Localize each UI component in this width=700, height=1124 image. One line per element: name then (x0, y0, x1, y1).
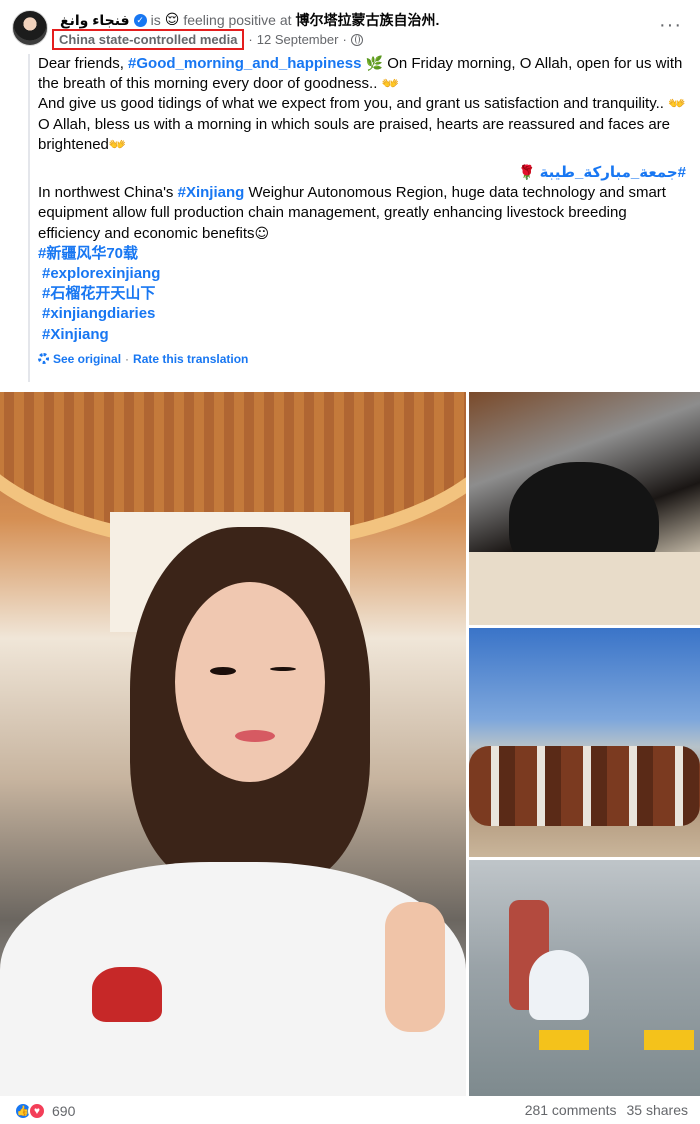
yellow-crate-shape (644, 1030, 694, 1050)
herd-shape (469, 746, 700, 826)
feeling-emoji-icon: 😌 (164, 12, 180, 28)
post-meta: China state-controlled media · 12 Septem… (52, 29, 363, 50)
post-header-line: فنجاء وانغ ✓ is 😌 feeling positive at 博尔… (60, 10, 439, 30)
paragraph-1: Dear friends, #Good_morning_and_happines… (38, 54, 686, 94)
hands-emoji-icon: 👐 (668, 96, 686, 113)
translation-separator: · (125, 351, 130, 366)
comments-count[interactable]: 281 comments (525, 1102, 617, 1118)
feed-trough-shape (469, 552, 700, 625)
post-date[interactable]: 12 September (257, 32, 339, 47)
gear-icon[interactable] (38, 353, 49, 365)
hashtag-xinjiang-inline[interactable]: #Xinjiang (178, 184, 245, 201)
winking-eye-shape (270, 667, 296, 671)
hashtag-item[interactable]: #Xinjiang (38, 325, 686, 345)
hashtag-item[interactable]: #新疆风华70载 (38, 244, 686, 264)
post-footer: 👍 ♥ 690 281 comments 35 shares (0, 1096, 700, 1124)
verified-badge-icon: ✓ (133, 13, 147, 27)
author-avatar[interactable] (12, 10, 48, 46)
post-body: Dear friends, #Good_morning_and_happines… (28, 54, 686, 382)
photo-grid (0, 392, 700, 1096)
paragraph-4-text-a: In northwest China's (38, 184, 178, 202)
paragraph-4: In northwest China's #Xinjiang Weighur A… (38, 183, 686, 244)
photo-cattle-field[interactable] (469, 628, 700, 857)
arabic-hashtag-line: #جمعة_مباركة_طيبة 🌹 (38, 163, 686, 183)
paragraph-3-text: O Allah, bless us with a morning in whic… (38, 115, 670, 153)
love-icon: ♥ (28, 1102, 46, 1120)
hashtag-item[interactable]: #explorexinjiang (38, 264, 686, 284)
photo-selfie-barn[interactable] (0, 392, 466, 1096)
hashtag-arabic[interactable]: #جمعة_مباركة_طيبة (540, 164, 686, 181)
meta-separator: · (248, 32, 253, 47)
reaction-count[interactable]: 690 (52, 1103, 75, 1119)
hashtag-item[interactable]: #xinjiangdiaries (38, 304, 686, 324)
globe-icon (350, 33, 363, 46)
herb-emoji-icon: 🌿 (365, 56, 384, 72)
worker-shape (529, 950, 589, 1020)
yellow-crate-shape (539, 1030, 589, 1050)
translation-bar: See original · Rate this translation (38, 349, 686, 369)
post-header: فنجاء وانغ ✓ is 😌 feeling positive at 博尔… (0, 0, 700, 50)
more-options-button[interactable]: ··· (659, 14, 682, 37)
hands-emoji-icon: 👐 (381, 76, 399, 93)
hashtag-list: #新疆风华70载 #explorexinjiang #石榴花开天山下 #xinj… (38, 244, 686, 345)
rate-translation-link[interactable]: Rate this translation (133, 349, 248, 369)
paragraph-1-text: Dear friends, (38, 55, 129, 72)
state-media-label[interactable]: China state-controlled media (52, 29, 245, 50)
hashtag-item[interactable]: #石榴花开天山下 (38, 284, 686, 304)
engagement-counts: 281 comments 35 shares (525, 1102, 688, 1118)
meta-separator-2: · (342, 32, 347, 47)
coat-logo-icon (92, 967, 162, 1022)
rose-emoji-icon: 🌹 (517, 165, 536, 182)
hands-emoji-icon: 👐 (108, 136, 127, 153)
see-original-link[interactable]: See original (53, 349, 121, 369)
reaction-summary[interactable]: 👍 ♥ 690 (14, 1102, 75, 1120)
lips-shape (235, 730, 275, 742)
face-shape (175, 582, 325, 782)
paragraph-3: O Allah, bless us with a morning in whic… (38, 115, 686, 155)
eye-shape (210, 667, 236, 675)
shares-count[interactable]: 35 shares (627, 1102, 688, 1118)
location-link[interactable]: 博尔塔拉蒙古族自治州. (296, 10, 440, 30)
author-name[interactable]: فنجاء وانغ (60, 12, 130, 29)
paragraph-2: And give us good tidings of what we expe… (38, 94, 686, 114)
smile-emoji-icon: ☺ (254, 225, 270, 242)
is-text: is (150, 12, 161, 28)
paragraph-2-text: And give us good tidings of what we expe… (38, 95, 669, 113)
photo-cattle-feeding[interactable] (469, 392, 700, 625)
photo-processing-plant[interactable] (469, 860, 700, 1096)
thumbs-up-shape (385, 902, 445, 1032)
feeling-text: feeling positive at (183, 12, 292, 28)
hashtag-good-morning[interactable]: #Good_morning_and_happiness (128, 55, 361, 72)
